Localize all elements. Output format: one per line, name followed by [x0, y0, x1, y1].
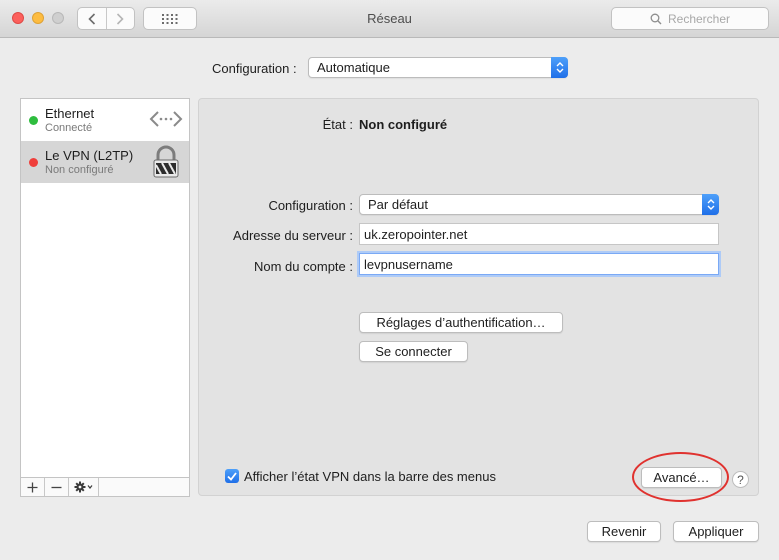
location-value: Automatique — [317, 60, 390, 75]
account-name-label: Nom du compte : — [254, 259, 353, 274]
vpn-configuration-popup[interactable]: Par défaut — [359, 194, 719, 215]
service-name: Le VPN (L2TP) — [45, 148, 134, 163]
show-vpn-status-checkbox[interactable] — [225, 469, 239, 483]
plus-icon — [27, 482, 38, 492]
service-status: Non configuré — [45, 164, 114, 176]
vpn-lock-icon — [153, 145, 179, 178]
checkmark-icon — [227, 471, 237, 481]
remove-service-button[interactable] — [45, 478, 69, 496]
service-item-ethernet[interactable]: Ethernet Connecté — [21, 99, 189, 141]
authentication-settings-button[interactable]: Réglages d’authentification… — [359, 312, 563, 333]
status-dot-red — [29, 158, 38, 167]
detail-panel — [198, 98, 759, 496]
state-label: État : — [322, 117, 353, 132]
revert-button[interactable]: Revenir — [587, 521, 661, 542]
minus-icon — [51, 486, 62, 488]
search-field[interactable]: Rechercher — [611, 7, 769, 30]
service-item-vpn[interactable]: Le VPN (L2TP) Non configuré — [21, 141, 189, 183]
popup-arrows-icon — [551, 57, 568, 78]
title-bar: Réseau Rechercher — [0, 0, 779, 38]
location-popup[interactable]: Automatique — [308, 57, 568, 78]
server-address-field[interactable]: uk.zeropointer.net — [359, 223, 719, 245]
ethernet-arrows-icon — [149, 111, 183, 127]
service-actions-button[interactable] — [69, 478, 99, 496]
state-value: Non configuré — [359, 117, 448, 132]
account-name-field[interactable]: levpnusername — [359, 253, 719, 275]
vpn-configuration-label: Configuration : — [268, 198, 353, 213]
popup-arrows-icon — [702, 194, 719, 215]
service-name: Ethernet — [45, 106, 95, 121]
vpn-configuration-value: Par défaut — [368, 197, 428, 212]
search-placeholder: Rechercher — [667, 11, 731, 26]
location-label: Configuration : — [212, 61, 297, 76]
gear-icon — [74, 481, 92, 493]
account-name-value: levpnusername — [364, 256, 453, 272]
show-vpn-status-label[interactable]: Afficher l’état VPN dans la barre des me… — [244, 469, 496, 484]
server-address-value: uk.zeropointer.net — [364, 226, 468, 242]
search-icon — [650, 13, 662, 24]
service-status: Connecté — [45, 122, 93, 134]
service-list-toolbar — [20, 477, 190, 497]
status-dot-green — [29, 116, 38, 125]
add-service-button[interactable] — [21, 478, 45, 496]
help-button[interactable]: ? — [732, 471, 749, 488]
annotation-circle — [632, 452, 729, 502]
apply-button[interactable]: Appliquer — [673, 521, 759, 542]
connect-button[interactable]: Se connecter — [359, 341, 468, 362]
server-address-label: Adresse du serveur : — [233, 228, 353, 243]
service-list: Ethernet Connecté Le VPN (L2TP) Non conf… — [20, 98, 190, 496]
